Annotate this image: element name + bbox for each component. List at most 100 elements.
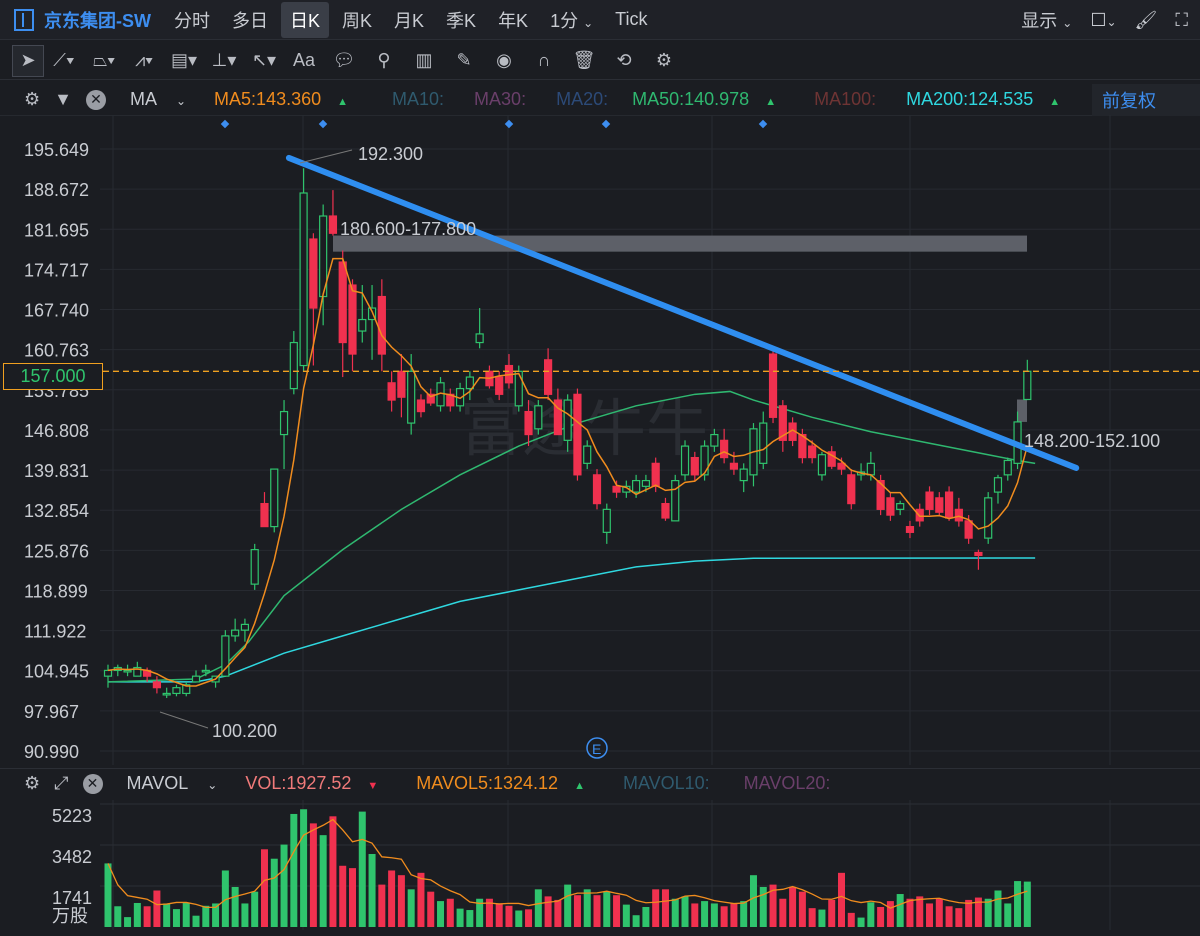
volume-bar: [114, 906, 122, 927]
candle-down: [152, 681, 161, 689]
volume-tick-label: 1741: [52, 888, 92, 908]
volume-bar: [916, 896, 924, 927]
ma200-line: [108, 557, 1036, 683]
volume-bar: [701, 901, 709, 927]
volume-bar: [300, 809, 308, 927]
candle-up: [641, 479, 651, 487]
volume-bar: [877, 906, 885, 927]
close-icon[interactable]: ✕: [82, 773, 103, 794]
volume-bar: [867, 902, 875, 927]
candle-up: [279, 410, 289, 436]
volume-bar: [544, 896, 552, 927]
candle-down: [387, 382, 396, 401]
marker-diamond: [758, 119, 768, 129]
y-tick-label: 118.899: [24, 581, 88, 601]
volume-unit-label: 万股: [52, 906, 88, 926]
volume-bar: [349, 868, 356, 927]
candle-up: [759, 422, 768, 464]
candle-up: [358, 318, 367, 332]
candle-down: [651, 462, 660, 487]
candle-up: [407, 370, 416, 424]
candle-up: [1003, 459, 1012, 476]
y-tick-label: 160.763: [24, 341, 89, 361]
volume-bar: [251, 891, 259, 927]
volume-bar: [397, 875, 405, 927]
candle-down: [661, 503, 670, 519]
candle-up: [866, 462, 875, 476]
volume-bar: [202, 905, 210, 927]
volume-bar: [388, 870, 396, 927]
volume-bar: [427, 891, 435, 927]
candle-down: [954, 508, 963, 522]
volume-bar: [270, 858, 278, 927]
volume-bar: [779, 898, 787, 927]
y-tick-label: 125.876: [24, 541, 89, 561]
candle-down: [543, 359, 553, 395]
volume-bar: [505, 905, 513, 927]
volume-bar: [926, 903, 934, 927]
volume-indicator-bar: ⚙ ⤢ ✕ MAVOL ⌄ VOL:1927.52 ▼ MAVOL5:1324.1…: [0, 768, 1200, 798]
y-tick-label: 132.854: [24, 501, 89, 521]
volume-bar: [466, 910, 474, 927]
y-tick-label: 167.740: [24, 301, 89, 321]
volume-bar: [1023, 881, 1031, 927]
mavol-selector[interactable]: MAVOL ⌄: [127, 773, 232, 794]
volume-bar: [613, 895, 621, 927]
chevron-down-icon: ⌄: [207, 778, 218, 792]
current-price-tag: 157.000: [3, 363, 103, 390]
volume-bar: [153, 890, 161, 927]
candle-up: [602, 508, 611, 533]
volume-bar: [309, 823, 317, 927]
volume-bar: [231, 886, 239, 927]
volume-tick-label: 5223: [52, 806, 92, 826]
candle-up: [993, 477, 1003, 493]
down-arrow-icon: ▼: [367, 780, 379, 792]
candle-down: [886, 497, 895, 516]
volume-bar: [583, 889, 591, 927]
ma5-line: [107, 257, 1029, 687]
volume-bar: [446, 898, 454, 927]
candle-down: [808, 445, 817, 459]
candle-down: [592, 474, 602, 505]
volume-bar: [554, 899, 562, 927]
candle-up: [534, 405, 543, 430]
gear-icon[interactable]: ⚙: [24, 773, 40, 794]
mavol5-value: MAVOL5:1324.12 ▲: [416, 773, 585, 793]
volume-bar: [642, 906, 650, 927]
volume-bar: [564, 884, 572, 927]
volume-bar: [456, 908, 464, 927]
volume-bar: [290, 813, 298, 927]
volume-bar: [828, 899, 836, 927]
y-tick-label: 104.945: [24, 662, 89, 682]
up-arrow-icon: ▲: [574, 780, 585, 792]
low-leader-line: [159, 711, 209, 729]
candle-down: [935, 497, 944, 513]
volume-bar: [133, 902, 141, 927]
candle-down: [260, 503, 269, 528]
volume-bar: [358, 811, 366, 927]
low-label: 100.200: [212, 721, 277, 741]
y-tick-label: 90.990: [24, 742, 79, 762]
candle-up: [817, 454, 827, 476]
expand-icon[interactable]: ⤢: [54, 773, 68, 794]
candle-down: [925, 491, 934, 510]
candle-up: [103, 669, 113, 677]
candle-up: [583, 445, 592, 464]
volume-bar: [740, 901, 748, 927]
volume-bar: [534, 889, 542, 927]
candle-up: [172, 687, 181, 695]
volume-bar: [847, 912, 855, 927]
candle-up: [710, 433, 719, 447]
volume-bar: [241, 903, 249, 927]
volume-bar: [632, 915, 640, 927]
candle-down: [964, 520, 973, 539]
candle-up: [162, 692, 171, 696]
gap-box: [1017, 399, 1027, 422]
volume-bar: [329, 816, 337, 927]
candle-up: [250, 549, 259, 585]
candle-up: [514, 370, 523, 407]
gap-label: 180.600-177.800: [340, 219, 476, 239]
volume-bar: [838, 872, 845, 927]
marker-diamond: [601, 119, 611, 129]
candle-down: [612, 485, 621, 493]
